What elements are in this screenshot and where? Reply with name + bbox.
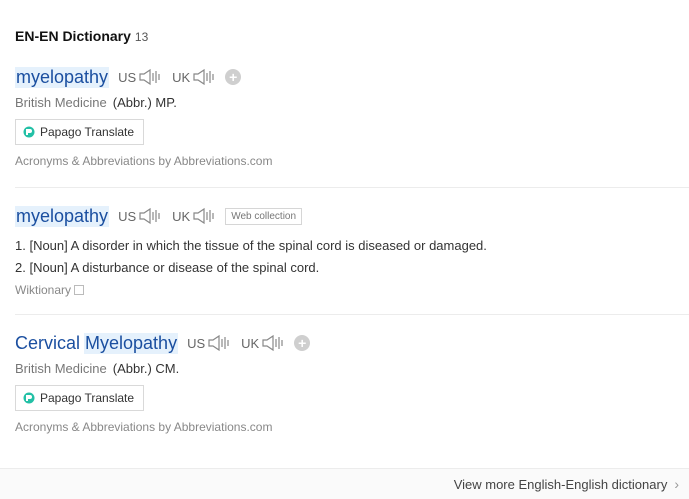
entry-1: myelopathy US UK + British Medicine (Abbr… <box>15 66 689 168</box>
entry-word[interactable]: myelopathy <box>15 205 110 227</box>
definition-item: 1. [Noun] A disorder in which the tissue… <box>15 238 487 253</box>
us-label: US <box>187 335 206 351</box>
papago-translate-button[interactable]: Papago Translate <box>15 385 145 411</box>
section-title-text: EN-EN Dictionary <box>15 28 131 44</box>
papago-translate-label: Papago Translate <box>40 125 135 139</box>
entry-meaning: British Medicine (Abbr.) MP. <box>15 95 689 110</box>
us-speaker-icon[interactable] <box>208 334 232 352</box>
entry-source[interactable]: Wiktionary <box>15 283 71 297</box>
field-label: British Medicine <box>15 95 107 110</box>
copy-icon[interactable] <box>74 285 85 295</box>
entry-source-row: Wiktionary <box>15 283 689 297</box>
us-speaker-icon[interactable] <box>139 207 163 225</box>
entry-word-part[interactable]: Cervical <box>15 333 80 354</box>
field-value: (Abbr.) MP. <box>112 95 177 110</box>
us-label: US <box>118 69 137 85</box>
uk-label: UK <box>241 335 260 351</box>
entry-source[interactable]: Acronyms & Abbreviations by Abbreviation… <box>15 420 689 434</box>
uk-speaker-icon[interactable] <box>193 207 217 225</box>
uk-speaker-icon[interactable] <box>193 68 217 86</box>
entry-3: Cervical Myelopathy US UK + British Medic… <box>15 332 689 434</box>
chevron-right-icon: › <box>674 476 679 492</box>
definition-list: 1. [Noun] A disorder in which the tissue… <box>15 235 689 279</box>
uk-label: UK <box>172 208 191 224</box>
papago-translate-button[interactable]: Papago Translate <box>15 119 145 145</box>
uk-label: UK <box>172 69 191 85</box>
entry-word-part[interactable]: Myelopathy <box>84 332 179 354</box>
entry-2: myelopathy US UK Web collection 1. [Noun… <box>15 205 689 297</box>
footer: View more English-English dictionary › <box>0 468 689 499</box>
add-to-wordbook-icon[interactable]: + <box>294 335 311 351</box>
uk-speaker-icon[interactable] <box>262 334 286 352</box>
entry-word[interactable]: myelopathy <box>15 66 110 88</box>
papago-translate-label: Papago Translate <box>40 391 135 405</box>
view-more-label: View more English-English dictionary <box>453 476 668 492</box>
field-label: British Medicine <box>15 361 107 376</box>
result-count: 13 <box>134 30 149 44</box>
us-speaker-icon[interactable] <box>139 68 163 86</box>
papago-icon <box>23 126 35 138</box>
field-value: (Abbr.) CM. <box>112 361 180 376</box>
us-label: US <box>118 208 137 224</box>
divider <box>15 187 689 188</box>
papago-icon <box>23 392 35 404</box>
add-to-wordbook-icon[interactable]: + <box>225 69 242 85</box>
entry-meaning: British Medicine (Abbr.) CM. <box>15 361 689 376</box>
view-more-link[interactable]: View more English-English dictionary › <box>454 476 679 492</box>
definition-item: 2. [Noun] A disturbance or disease of th… <box>15 260 320 275</box>
web-collection-badge: Web collection <box>225 207 303 225</box>
section-title: EN-EN Dictionary 13 <box>15 28 148 44</box>
divider <box>15 314 689 315</box>
entry-source[interactable]: Acronyms & Abbreviations by Abbreviation… <box>15 154 689 168</box>
